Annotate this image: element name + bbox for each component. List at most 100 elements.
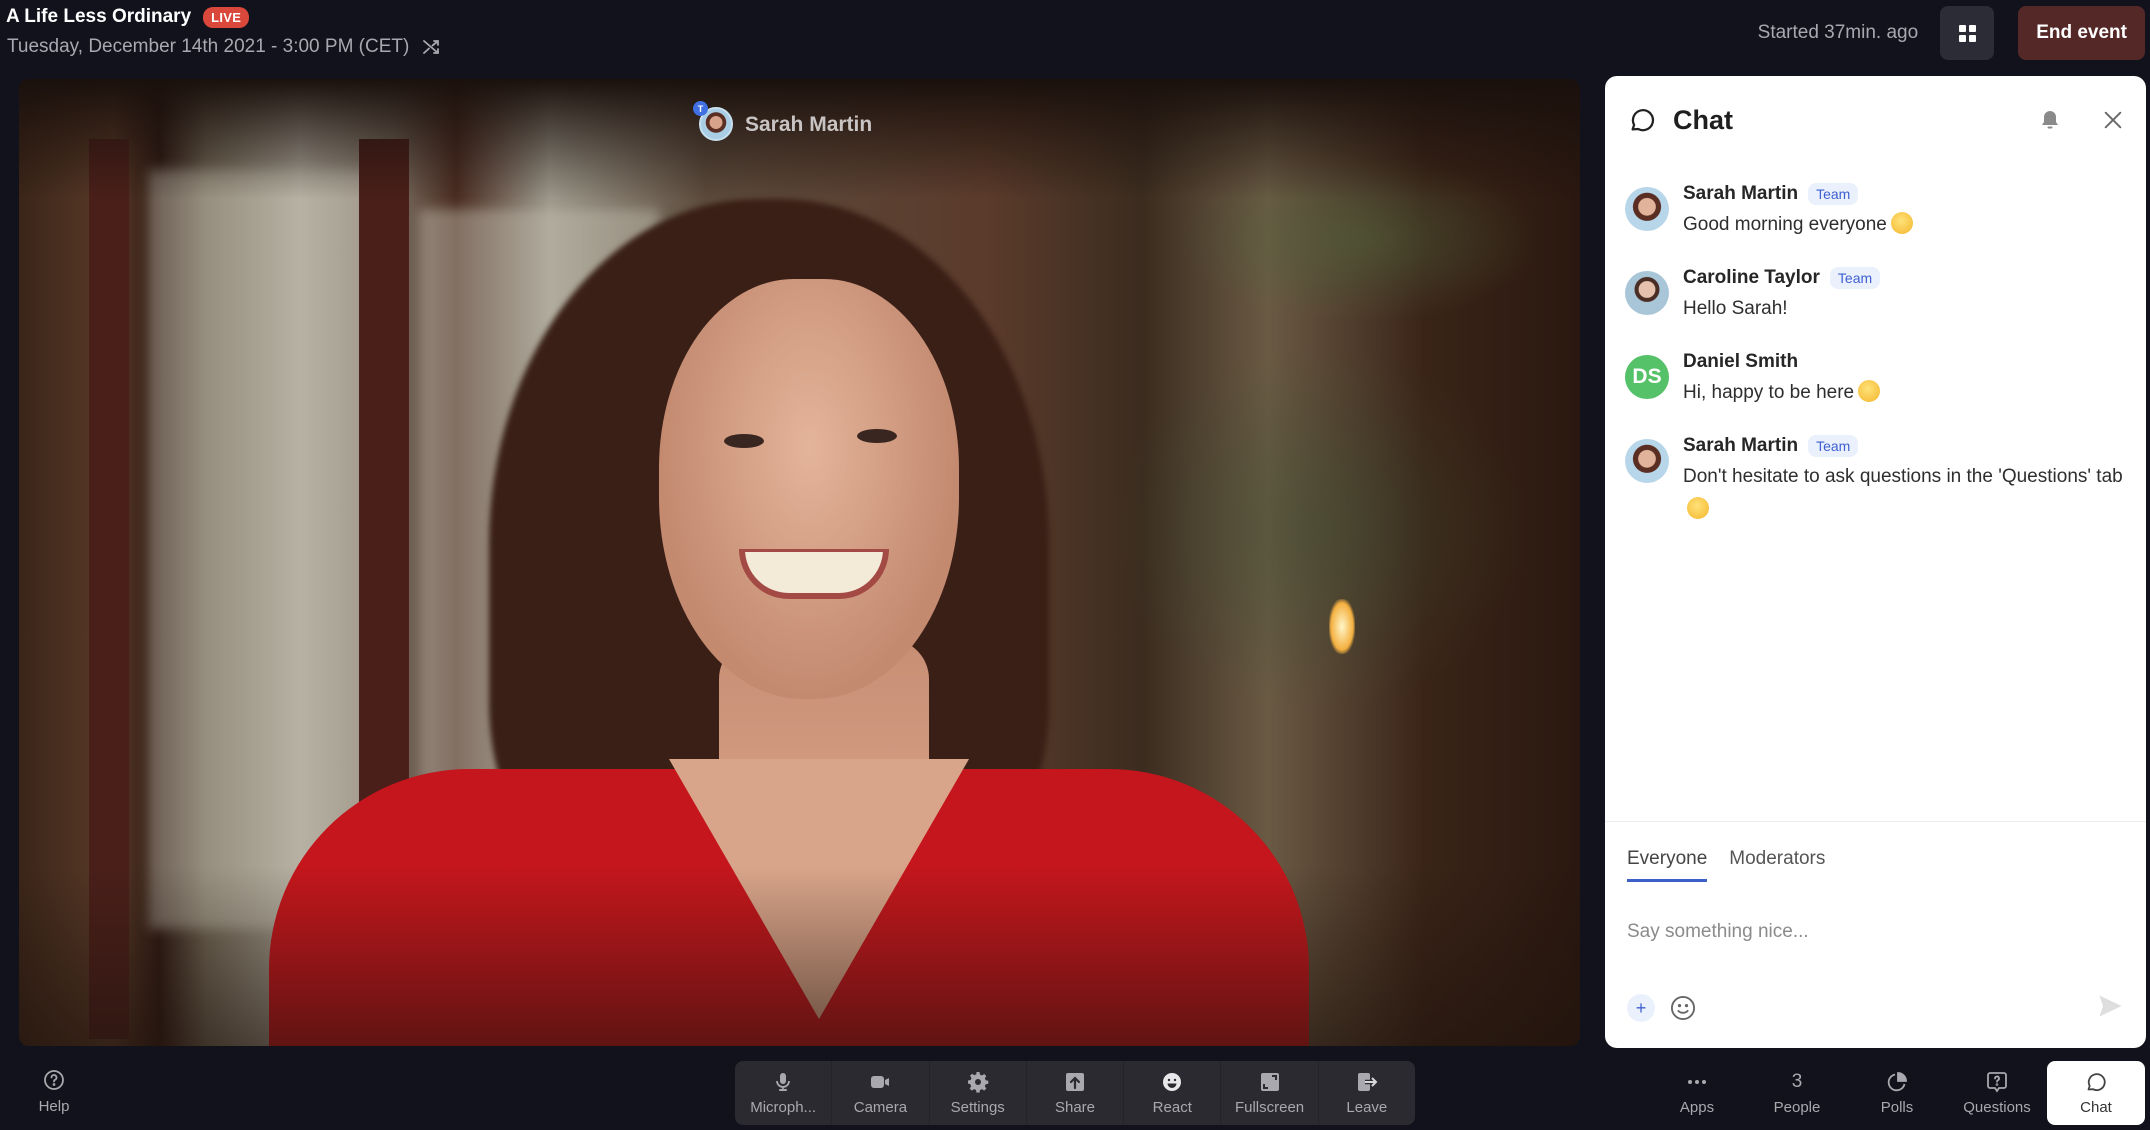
- message-author: Sarah Martin: [1683, 183, 1799, 204]
- slightly-smiling-face-icon: [1890, 212, 1913, 234]
- send-icon[interactable]: [2096, 992, 2124, 1020]
- nav-label: Polls: [1880, 1099, 1914, 1116]
- message-meta: Caroline Taylor Team: [1683, 264, 2126, 292]
- speaker-label: T Sarah Martin: [693, 101, 873, 143]
- message-text: Don't hesitate to ask questions in the '…: [1683, 466, 2123, 487]
- nav-label: Chat: [2080, 1099, 2112, 1116]
- control-label: Fullscreen: [1234, 1099, 1305, 1116]
- speaker-name: Sarah Martin: [745, 113, 873, 136]
- message-text: Hello Sarah!: [1683, 298, 1788, 319]
- question-box-icon: [1987, 1072, 2007, 1093]
- speaker-role-badge: T: [693, 101, 708, 116]
- camera-icon: [871, 1076, 890, 1088]
- chat-message-list: Sarah Martin Team Good morning everyone …: [1625, 180, 2126, 549]
- event-date-row: Tuesday, December 14th 2021 - 3:00 PM (C…: [7, 36, 441, 58]
- control-label: Share: [1054, 1099, 1095, 1116]
- chat-message: DS Daniel Smith Hi, happy to be here: [1625, 348, 2126, 409]
- nav-label: Questions: [1963, 1099, 2031, 1116]
- close-icon[interactable]: [2102, 109, 2124, 131]
- nav-polls[interactable]: Polls: [1847, 1061, 1947, 1125]
- message-meta: Sarah Martin Team: [1683, 432, 2126, 460]
- timezone-shuffle-icon[interactable]: [421, 37, 441, 57]
- help-icon: [44, 1070, 64, 1090]
- video-scene-detail: [149, 169, 369, 929]
- event-title: A Life Less Ordinary: [6, 6, 192, 27]
- video-person-eye: [857, 429, 897, 443]
- tab-everyone[interactable]: Everyone: [1627, 848, 1708, 882]
- message-meta: Sarah Martin Team: [1683, 180, 2126, 208]
- message-author: Sarah Martin: [1683, 435, 1799, 456]
- nav-apps[interactable]: Apps: [1647, 1061, 1747, 1125]
- started-time: Started 37min. ago: [1757, 22, 1919, 43]
- winking-face-icon: [1687, 497, 1709, 519]
- help-label: Help: [38, 1098, 70, 1115]
- event-title-row: A Life Less Ordinary LIVE: [6, 6, 250, 28]
- smiley-icon: [1163, 1073, 1182, 1091]
- message-author: Caroline Taylor: [1683, 267, 1820, 288]
- microphone-button[interactable]: Microph...: [735, 1061, 833, 1125]
- video-lamp: [1329, 599, 1355, 654]
- camera-button[interactable]: Camera: [832, 1061, 930, 1125]
- fullscreen-button[interactable]: Fullscreen: [1221, 1061, 1319, 1125]
- nav-chat[interactable]: Chat: [2047, 1061, 2145, 1125]
- grinning-face-icon: [1858, 380, 1881, 402]
- message-meta: Daniel Smith: [1683, 348, 2126, 376]
- video-person-eye: [724, 434, 764, 448]
- tab-moderators[interactable]: Moderators: [1729, 848, 1825, 882]
- nav-people[interactable]: 3 People: [1747, 1061, 1847, 1125]
- message-body: Sarah Martin Team Don't hesitate to ask …: [1683, 432, 2126, 526]
- event-date: Tuesday, December 14th 2021 - 3:00 PM (C…: [7, 36, 410, 57]
- chat-message: Sarah Martin Team Good morning everyone: [1625, 180, 2126, 241]
- settings-button[interactable]: Settings: [930, 1061, 1027, 1125]
- message-text-row: Hi, happy to be here: [1683, 376, 2126, 409]
- chat-message: Sarah Martin Team Don't hesitate to ask …: [1625, 432, 2126, 526]
- end-event-button[interactable]: End event: [2018, 6, 2145, 60]
- control-label: Settings: [950, 1099, 1005, 1116]
- video-stage[interactable]: T Sarah Martin: [19, 79, 1580, 1046]
- avatar: DS: [1625, 355, 1669, 399]
- team-badge: Team: [1829, 267, 1881, 289]
- nav-label: People: [1773, 1099, 1821, 1116]
- microphone-icon: [776, 1073, 791, 1091]
- chat-audience-tabs: Everyone Moderators: [1627, 848, 1825, 882]
- share-button[interactable]: Share: [1027, 1061, 1125, 1125]
- help-button[interactable]: Help: [38, 1068, 70, 1115]
- message-text: Hi, happy to be here: [1683, 382, 1855, 403]
- bell-icon[interactable]: [2038, 108, 2062, 132]
- chat-message-input[interactable]: [1627, 912, 2117, 952]
- message-text: Good morning everyone: [1683, 214, 1887, 235]
- leave-button[interactable]: Leave: [1319, 1061, 1415, 1125]
- control-label: Microph...: [750, 1099, 817, 1116]
- react-button[interactable]: React: [1124, 1061, 1222, 1125]
- message-author: Daniel Smith: [1683, 351, 1799, 372]
- chat-message: Caroline Taylor Team Hello Sarah!: [1625, 264, 2126, 325]
- avatar: [1625, 187, 1669, 231]
- chat-divider: [1605, 821, 2146, 822]
- control-label: Camera: [853, 1099, 908, 1116]
- team-badge: Team: [1808, 435, 1859, 457]
- fullscreen-icon: [1260, 1073, 1279, 1091]
- message-body: Caroline Taylor Team Hello Sarah!: [1683, 264, 2126, 325]
- message-body: Daniel Smith Hi, happy to be here: [1683, 348, 2126, 409]
- chat-bubble-icon: [2087, 1073, 2106, 1092]
- nav-label: Apps: [1679, 1099, 1715, 1116]
- avatar: [1625, 271, 1669, 315]
- speaker-avatar-wrap: T: [693, 101, 735, 143]
- live-badge: LIVE: [203, 6, 250, 28]
- emoji-picker-icon[interactable]: [1669, 994, 1697, 1022]
- leave-icon: [1357, 1073, 1379, 1091]
- avatar: [1625, 439, 1669, 483]
- media-controls: Microph... Camera Settings Share React F…: [735, 1061, 1415, 1125]
- chat-title: Chat: [1673, 104, 1733, 135]
- message-text-row: Good morning everyone: [1683, 208, 2126, 241]
- nav-questions[interactable]: Questions: [1947, 1061, 2047, 1125]
- grid-icon: [1958, 24, 1976, 42]
- control-label: Leave: [1346, 1099, 1388, 1116]
- share-icon: [1065, 1073, 1084, 1091]
- add-attachment-button[interactable]: +: [1627, 994, 1655, 1022]
- message-text-row: Don't hesitate to ask questions in the '…: [1683, 460, 2126, 526]
- message-body: Sarah Martin Team Good morning everyone: [1683, 180, 2126, 241]
- chat-input-actions: +: [1627, 994, 1697, 1022]
- layout-grid-button[interactable]: [1940, 6, 1995, 60]
- chat-header: Chat: [1605, 76, 2146, 164]
